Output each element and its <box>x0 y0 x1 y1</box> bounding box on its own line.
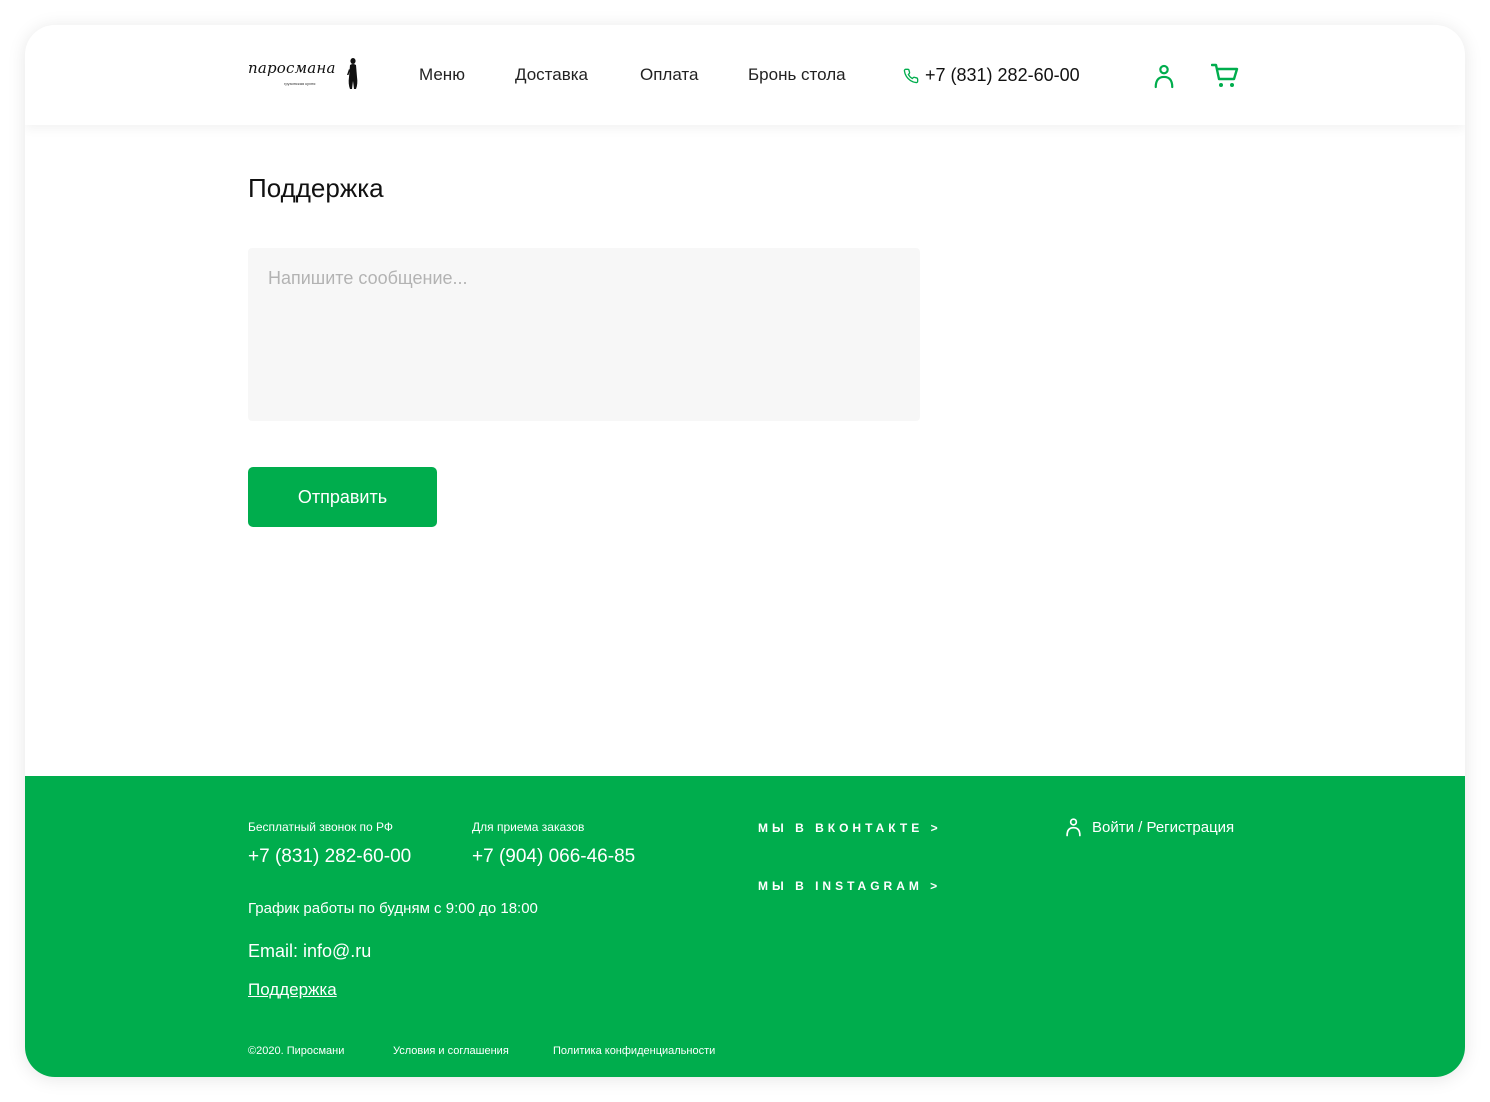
page-card: паросмана грузинская кухня Меню Доставка… <box>25 25 1465 1077</box>
free-call-label: Бесплатный звонок по РФ <box>248 820 394 834</box>
work-schedule: График работы по будням с 9:00 до 18:00 <box>248 900 538 917</box>
nav-item-payment[interactable]: Оплата <box>640 65 698 85</box>
header-phone-number: +7 (831) 282-60-00 <box>925 65 1080 85</box>
header-phone[interactable]: +7 (831) 282-60-00 <box>903 65 1080 86</box>
phone-icon <box>903 68 919 83</box>
user-icon[interactable] <box>1150 62 1178 90</box>
user-icon <box>1066 818 1081 837</box>
nav-item-table-booking[interactable]: Бронь стола <box>748 65 846 85</box>
logo-subtext: грузинская кухня <box>284 81 316 86</box>
brand-logo[interactable]: паросмана грузинская кухня <box>248 57 363 93</box>
footer-support-link[interactable]: Поддержка <box>248 980 337 1000</box>
nav-item-menu[interactable]: Меню <box>419 65 465 85</box>
instagram-link[interactable]: МЫ В INSTAGRAM > <box>758 879 941 893</box>
free-call-phone[interactable]: +7 (831) 282-60-00 <box>248 846 411 868</box>
terms-link[interactable]: Условия и соглашения <box>393 1045 509 1057</box>
site-footer: Бесплатный звонок по РФ +7 (831) 282-60-… <box>25 776 1465 1077</box>
footer-login-link[interactable]: Войти / Регистрация <box>1065 817 1234 837</box>
copyright: ©2020. Пиросмани <box>248 1045 345 1057</box>
send-button[interactable]: Отправить <box>248 467 437 527</box>
page-title: Поддержка <box>248 173 384 203</box>
orders-phone[interactable]: +7 (904) 066-46-85 <box>472 846 635 868</box>
figure-logo-icon <box>347 58 358 89</box>
vk-link[interactable]: МЫ В ВКОНТАКТЕ > <box>758 821 942 835</box>
message-input[interactable] <box>248 248 920 421</box>
privacy-link[interactable]: Политика конфиденциальности <box>553 1045 715 1057</box>
orders-label: Для приема заказов <box>472 820 585 834</box>
cart-icon[interactable] <box>1211 62 1239 90</box>
footer-login-label: Войти / Регистрация <box>1092 818 1235 836</box>
footer-email[interactable]: Email: info@.ru <box>248 941 371 962</box>
site-header: паросмана грузинская кухня Меню Доставка… <box>25 25 1465 125</box>
nav-item-delivery[interactable]: Доставка <box>515 65 588 85</box>
logo-text: паросмана <box>248 59 336 77</box>
